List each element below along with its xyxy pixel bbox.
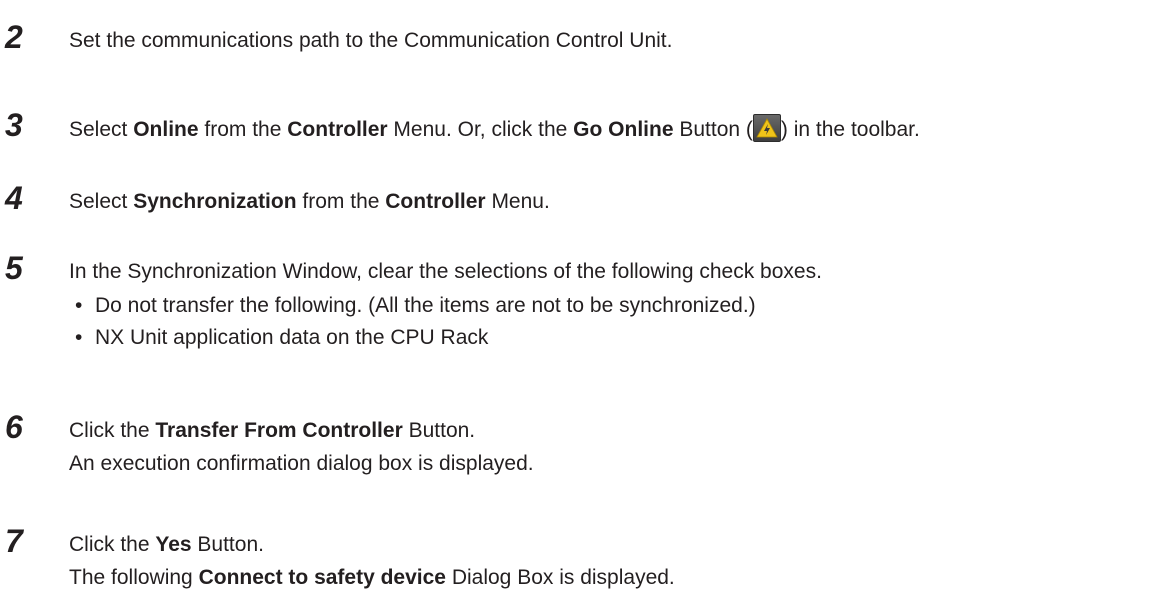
menu-controller: Controller (385, 190, 486, 213)
step-instruction: In the Synchronization Window, clear the… (69, 260, 822, 283)
step-number: 7 (5, 523, 23, 559)
step-instruction: Click the Transfer From Controller Butto… (69, 419, 476, 442)
step-number: 6 (5, 409, 23, 445)
go-online-icon (752, 114, 781, 142)
connect-to-safety-device-dialog-name: Connect to safety device (198, 566, 446, 589)
step-instruction: Set the communications path to the Commu… (69, 29, 673, 52)
bullet-item: • NX Unit application data on the CPU Rac… (69, 323, 822, 353)
menu-controller: Controller (287, 118, 388, 141)
menu-item-online: Online (133, 118, 199, 141)
transfer-from-controller-button-name: Transfer From Controller (155, 419, 403, 442)
step-instruction: Select Online from the Controller Menu. … (69, 114, 920, 145)
step-instruction: Select Synchronization from the Controll… (69, 190, 550, 213)
bullet-item: • Do not transfer the following. (All the… (69, 291, 822, 321)
step-number: 4 (5, 180, 23, 216)
step-text: In the Synchronization Window, clear the… (69, 257, 822, 353)
step-text: Select Synchronization from the Controll… (69, 187, 550, 217)
step-text: Click the Transfer From Controller Butto… (69, 416, 534, 479)
step-result: An execution confirmation dialog box is … (69, 452, 534, 475)
step-text: Select Online from the Controller Menu. … (69, 114, 920, 145)
go-online-button-name: Go Online (573, 118, 674, 141)
menu-item-synchronization: Synchronization (133, 190, 297, 213)
step-text: Set the communications path to the Commu… (69, 26, 672, 56)
step-number: 5 (5, 250, 23, 286)
bullet-marker: • (75, 326, 83, 349)
step-number: 3 (5, 107, 23, 143)
step-result: The following Connect to safety device D… (69, 566, 675, 589)
step-instruction: Click the Yes Button. (69, 533, 264, 556)
bullet-marker: • (75, 294, 83, 317)
step-text: Click the Yes Button. The following Conn… (69, 530, 675, 593)
yes-button-name: Yes (155, 533, 192, 556)
step-number: 2 (5, 19, 23, 55)
